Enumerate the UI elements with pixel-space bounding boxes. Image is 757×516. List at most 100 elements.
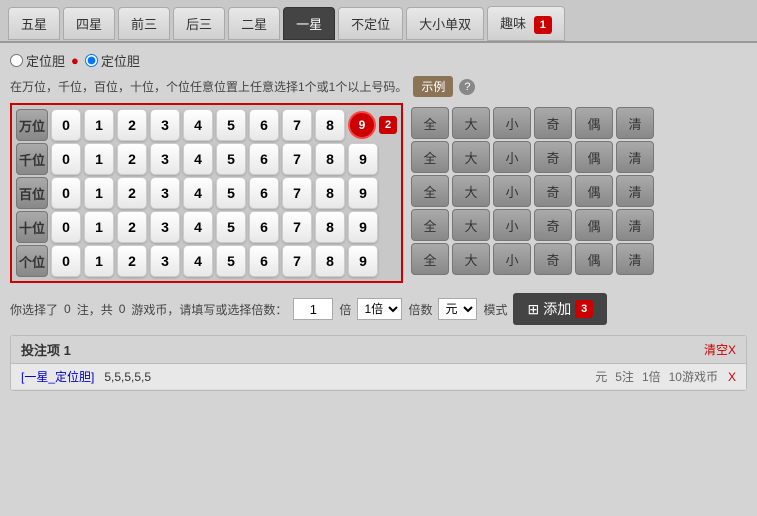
num-shiwei-6[interactable]: 6: [249, 211, 279, 243]
cat-shiwei-small[interactable]: 小: [493, 209, 531, 241]
num-baiwei-5[interactable]: 5: [216, 177, 246, 209]
num-shiwei-1[interactable]: 1: [84, 211, 114, 243]
cat-gewei-even[interactable]: 偶: [575, 243, 613, 275]
num-wanwei-0[interactable]: 0: [51, 109, 81, 141]
num-wanwei-6[interactable]: 6: [249, 109, 279, 141]
num-gewei-1[interactable]: 1: [84, 245, 114, 277]
num-qianwei-6[interactable]: 6: [249, 143, 279, 175]
num-shiwei-5[interactable]: 5: [216, 211, 246, 243]
num-wanwei-4[interactable]: 4: [183, 109, 213, 141]
num-gewei-0[interactable]: 0: [51, 245, 81, 277]
cat-shiwei-all[interactable]: 全: [411, 209, 449, 241]
num-wanwei-1[interactable]: 1: [84, 109, 114, 141]
num-shiwei-3[interactable]: 3: [150, 211, 180, 243]
num-shiwei-2[interactable]: 2: [117, 211, 147, 243]
cat-wanwei-odd[interactable]: 奇: [534, 107, 572, 139]
num-baiwei-2[interactable]: 2: [117, 177, 147, 209]
num-wanwei-3[interactable]: 3: [150, 109, 180, 141]
num-shiwei-4[interactable]: 4: [183, 211, 213, 243]
num-baiwei-8[interactable]: 8: [315, 177, 345, 209]
num-gewei-8[interactable]: 8: [315, 245, 345, 277]
clear-button[interactable]: 清空X: [704, 341, 736, 358]
num-qianwei-2[interactable]: 2: [117, 143, 147, 175]
cat-shiwei-odd[interactable]: 奇: [534, 209, 572, 241]
cat-baiwei-small[interactable]: 小: [493, 175, 531, 207]
multiplier-select[interactable]: 1倍 2倍 3倍: [357, 298, 402, 320]
tab-two-star[interactable]: 二星: [228, 7, 280, 40]
cat-gewei-odd[interactable]: 奇: [534, 243, 572, 275]
num-qianwei-4[interactable]: 4: [183, 143, 213, 175]
num-wanwei-8[interactable]: 8: [315, 109, 345, 141]
num-gewei-9[interactable]: 9: [348, 245, 378, 277]
cat-gewei-big[interactable]: 大: [452, 243, 490, 275]
num-shiwei-7[interactable]: 7: [282, 211, 312, 243]
cat-wanwei-all[interactable]: 全: [411, 107, 449, 139]
num-gewei-5[interactable]: 5: [216, 245, 246, 277]
num-qianwei-7[interactable]: 7: [282, 143, 312, 175]
cat-baiwei-even[interactable]: 偶: [575, 175, 613, 207]
radio-option-2[interactable]: 定位胆: [85, 51, 140, 70]
radio-option-1[interactable]: 定位胆: [10, 51, 65, 70]
num-qianwei-3[interactable]: 3: [150, 143, 180, 175]
num-gewei-2[interactable]: 2: [117, 245, 147, 277]
cat-qianwei-clear[interactable]: 清: [616, 141, 654, 173]
tab-five-star[interactable]: 五星: [8, 7, 60, 40]
num-qianwei-8[interactable]: 8: [315, 143, 345, 175]
num-baiwei-4[interactable]: 4: [183, 177, 213, 209]
tab-one-star[interactable]: 一星: [283, 7, 335, 40]
num-gewei-4[interactable]: 4: [183, 245, 213, 277]
cat-shiwei-clear[interactable]: 清: [616, 209, 654, 241]
cat-baiwei-odd[interactable]: 奇: [534, 175, 572, 207]
num-baiwei-6[interactable]: 6: [249, 177, 279, 209]
num-shiwei-0[interactable]: 0: [51, 211, 81, 243]
example-button[interactable]: 示例: [413, 76, 453, 97]
num-gewei-6[interactable]: 6: [249, 245, 279, 277]
cat-wanwei-even[interactable]: 偶: [575, 107, 613, 139]
cat-gewei-all[interactable]: 全: [411, 243, 449, 275]
cat-wanwei-small[interactable]: 小: [493, 107, 531, 139]
num-qianwei-1[interactable]: 1: [84, 143, 114, 175]
tab-front-three[interactable]: 前三: [118, 7, 170, 40]
cat-baiwei-big[interactable]: 大: [452, 175, 490, 207]
tab-interesting[interactable]: 趣味 1: [487, 6, 565, 41]
num-wanwei-7[interactable]: 7: [282, 109, 312, 141]
mode-select[interactable]: 元 角 分: [438, 298, 477, 320]
num-baiwei-3[interactable]: 3: [150, 177, 180, 209]
num-shiwei-8[interactable]: 8: [315, 211, 345, 243]
num-wanwei-5[interactable]: 5: [216, 109, 246, 141]
help-icon[interactable]: ?: [459, 79, 475, 95]
num-qianwei-9[interactable]: 9: [348, 143, 378, 175]
num-gewei-3[interactable]: 3: [150, 245, 180, 277]
num-baiwei-1[interactable]: 1: [84, 177, 114, 209]
add-button[interactable]: ⊞ 添加 3: [513, 293, 607, 325]
num-shiwei-9[interactable]: 9: [348, 211, 378, 243]
cat-baiwei-all[interactable]: 全: [411, 175, 449, 207]
cat-gewei-clear[interactable]: 清: [616, 243, 654, 275]
tab-back-three[interactable]: 后三: [173, 7, 225, 40]
cat-qianwei-big[interactable]: 大: [452, 141, 490, 173]
cat-shiwei-big[interactable]: 大: [452, 209, 490, 241]
num-qianwei-0[interactable]: 0: [51, 143, 81, 175]
cat-gewei-small[interactable]: 小: [493, 243, 531, 275]
cat-wanwei-clear[interactable]: 清: [616, 107, 654, 139]
cat-qianwei-even[interactable]: 偶: [575, 141, 613, 173]
tab-big-small[interactable]: 大小单双: [406, 7, 484, 40]
cat-baiwei-clear[interactable]: 清: [616, 175, 654, 207]
bet-delete-button[interactable]: X: [728, 370, 736, 384]
multiplier-input[interactable]: [293, 298, 333, 320]
num-wanwei-9-red[interactable]: 9: [348, 111, 376, 139]
cat-shiwei-even[interactable]: 偶: [575, 209, 613, 241]
cat-qianwei-small[interactable]: 小: [493, 141, 531, 173]
cat-qianwei-all[interactable]: 全: [411, 141, 449, 173]
num-baiwei-7[interactable]: 7: [282, 177, 312, 209]
num-baiwei-0[interactable]: 0: [51, 177, 81, 209]
cat-qianwei-odd[interactable]: 奇: [534, 141, 572, 173]
num-wanwei-2[interactable]: 2: [117, 109, 147, 141]
info-row: 你选择了 0 注，共 0 游戏币，请填写或选择倍数： 倍 1倍 2倍 3倍 倍数…: [10, 289, 747, 329]
num-gewei-7[interactable]: 7: [282, 245, 312, 277]
cat-wanwei-big[interactable]: 大: [452, 107, 490, 139]
num-baiwei-9[interactable]: 9: [348, 177, 378, 209]
tab-four-star[interactable]: 四星: [63, 7, 115, 40]
num-qianwei-5[interactable]: 5: [216, 143, 246, 175]
tab-not-fixed[interactable]: 不定位: [338, 7, 403, 40]
